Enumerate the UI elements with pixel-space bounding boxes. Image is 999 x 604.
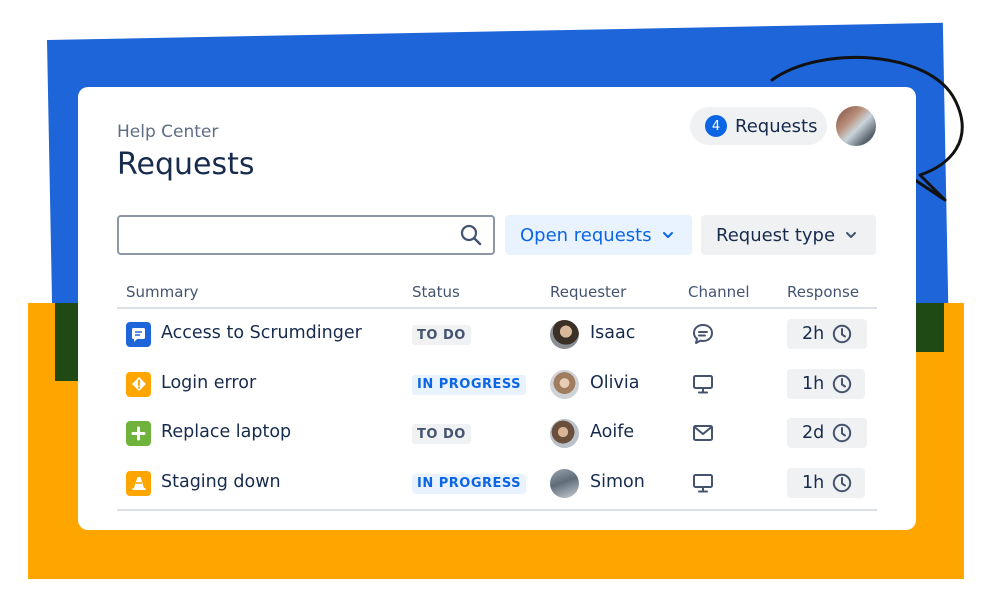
status-lozenge: TO DO [412,424,471,444]
clock-icon [833,473,852,492]
response-time: 2d [802,423,825,443]
avatar [550,369,579,399]
response-time-badge: 1h [787,368,865,399]
search-icon[interactable] [459,223,483,247]
clock-icon [833,423,852,443]
status-lozenge: IN PROGRESS [412,473,527,494]
breadcrumb[interactable]: Help Center [117,122,218,142]
monitor-icon [693,374,713,393]
status-lozenge: IN PROGRESS [412,374,527,395]
page-title: Requests [117,147,255,182]
requests-count-button[interactable]: 4 Requests [690,107,827,145]
help-center-card: Help Center Requests 4 Requests Open req… [78,87,916,530]
column-header-status[interactable]: Status [412,283,460,301]
background-overlap [55,303,79,381]
search-field[interactable] [117,215,495,255]
response-time-badge: 2h [787,319,867,349]
chat-icon [693,324,713,344]
chevron-down-icon [846,232,857,238]
response-time: 1h [802,373,825,394]
chat-square-icon [126,322,151,347]
status-lozenge: TO DO [412,325,471,345]
response-time-badge: 1h [787,467,865,498]
avatar [550,468,579,498]
plus-icon [126,421,151,446]
avatar [550,320,579,349]
search-input[interactable] [127,223,447,247]
request-summary[interactable]: Login error [161,373,256,393]
cone-icon [126,470,151,496]
warning-icon [126,371,151,397]
response-time: 2h [802,324,825,344]
requester-name: Simon [590,471,645,492]
column-header-summary[interactable]: Summary [126,283,199,301]
chevron-down-icon [662,232,673,238]
table-row[interactable]: Access to Scrumdinger TO DO Isaac 2h [117,309,877,359]
requester-name: Olivia [590,372,640,393]
column-header-requester[interactable]: Requester [550,283,626,301]
requests-count-badge: 4 [705,115,727,137]
requests-label: Requests [735,115,818,137]
requester-name: Isaac [590,323,636,343]
requests-table: Summary Status Requester Channel Respons… [117,277,877,511]
clock-icon [833,374,852,393]
table-bottom-border [117,509,877,511]
table-row[interactable]: Staging down IN PROGRESS Simon 1h [117,458,877,508]
table-row[interactable]: Login error IN PROGRESS Olivia 1h [117,359,877,409]
response-time: 1h [802,472,825,493]
table-row[interactable]: Replace laptop TO DO Aoife 2d [117,408,877,458]
request-type-label: Request type [716,224,836,246]
user-avatar[interactable] [836,106,876,146]
request-summary[interactable]: Replace laptop [161,422,291,442]
column-header-response[interactable]: Response [787,283,859,301]
request-summary[interactable]: Access to Scrumdinger [161,323,362,343]
background-overlap [914,303,944,352]
response-time-badge: 2d [787,418,867,448]
table-header: Summary Status Requester Channel Respons… [117,277,877,309]
status-filter-label: Open requests [520,224,652,246]
monitor-icon [693,473,713,492]
status-filter-dropdown[interactable]: Open requests [505,215,692,255]
column-header-channel[interactable]: Channel [688,283,750,301]
email-icon [693,425,713,441]
clock-icon [833,324,852,344]
requester-name: Aoife [590,422,635,442]
request-type-dropdown[interactable]: Request type [701,215,876,255]
avatar [550,419,579,448]
request-summary[interactable]: Staging down [161,472,281,492]
